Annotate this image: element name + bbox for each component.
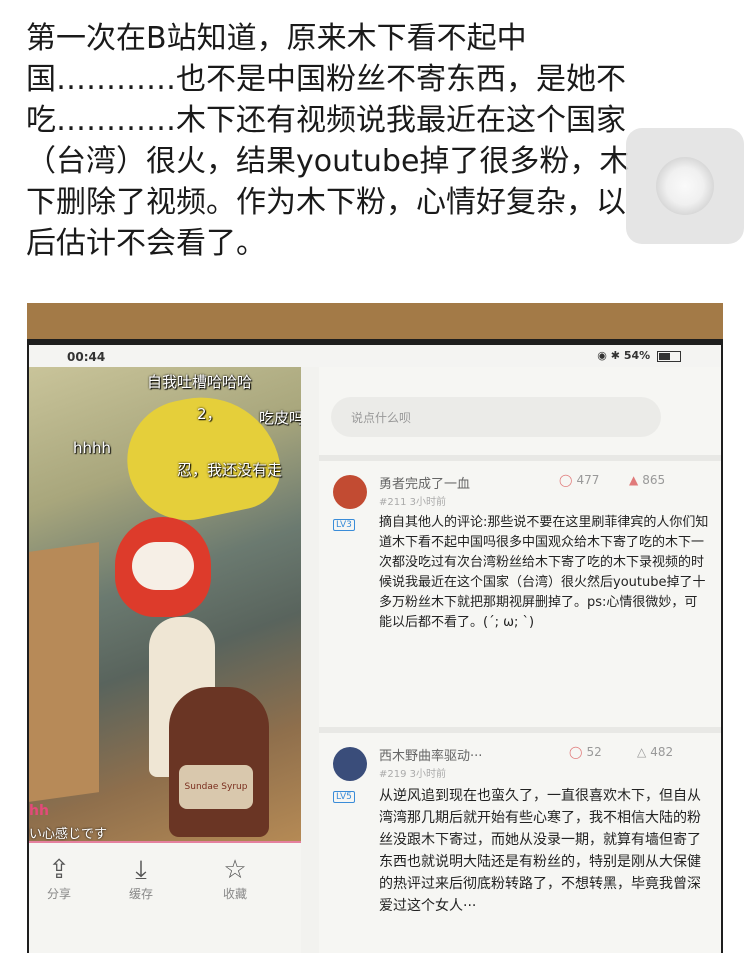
screenshot-photo: 00:44 ◉ ✱ 54% Sundae Syrup 自我吐槽哈哈哈 2， 吃皮… [27, 303, 723, 953]
favorite-label: 收藏 [222, 887, 247, 901]
comment-meta: #219 3小时前 [379, 765, 446, 780]
thumbs-up-icon: ▲ [629, 473, 639, 487]
wifi-icon: ◉ [597, 349, 607, 362]
reply-count[interactable]: ◯ 477 [559, 473, 599, 487]
status-time: 00:44 [67, 350, 106, 364]
download-button[interactable]: ⤓ 缓存 [111, 855, 171, 902]
like-count[interactable]: △ 482 [637, 745, 673, 759]
comment-floor: #219 [379, 769, 407, 780]
comment-username[interactable]: 西木野曲率驱动··· [379, 745, 482, 764]
status-right: ◉ ✱ 54% [597, 349, 681, 362]
download-label: 缓存 [128, 887, 153, 901]
comment-body: 从逆风追到现在也蛮久了，一直很喜欢木下，但自从湾湾那几期后就开始有些心寒了，我不… [379, 788, 701, 914]
comment-username[interactable]: 勇者完成了一血 [379, 473, 470, 492]
post-line: 国…………也不是中国粉丝不寄东西，是她不 [26, 62, 626, 97]
post-line: 第一次在B站知道，原来木下看不起中 [26, 21, 527, 56]
comment-bubble-icon: ◯ [569, 745, 583, 759]
battery-percent: 54% [623, 349, 651, 362]
reply-count-value: 52 [586, 745, 602, 759]
video-pink-text: hh [29, 803, 49, 819]
favorite-button[interactable]: ☆ 收藏 [205, 855, 265, 902]
syrup-bottle [169, 687, 269, 837]
comment-bubble-icon: ◯ [559, 473, 573, 487]
comment-input[interactable]: 说点什么呗 [331, 397, 661, 437]
post-text: 第一次在B站知道，原来木下看不起中 国…………也不是中国粉丝不寄东西，是她不 吃… [26, 18, 726, 264]
avatar[interactable] [333, 747, 367, 781]
reply-count[interactable]: ◯ 52 [569, 745, 602, 759]
tablet-device: 00:44 ◉ ✱ 54% Sundae Syrup 自我吐槽哈哈哈 2， 吃皮… [27, 339, 723, 953]
video-action-bar: ⇪ 分享 ⤓ 缓存 ☆ 收藏 [29, 841, 301, 953]
level-badge: LV3 [333, 519, 355, 531]
danmaku-comment: 自我吐槽哈哈哈 [147, 373, 253, 391]
assistive-touch-icon [656, 157, 714, 215]
avatar[interactable] [333, 475, 367, 509]
post-line: （台湾）很火，结果youtube掉了很多粉，木 [26, 144, 630, 179]
star-icon: ☆ [223, 855, 247, 885]
like-count-value: 865 [642, 473, 666, 487]
comment-meta: #211 3小时前 [379, 493, 446, 508]
share-icon: ⇪ [48, 855, 70, 885]
post-line: 后估计不会看了。 [26, 226, 266, 261]
battery-icon [657, 350, 681, 362]
like-count-value: 482 [650, 745, 674, 759]
comment-placeholder: 说点什么呗 [351, 411, 412, 425]
danmaku-comment: 吃皮吗 [259, 409, 301, 427]
video-caption: い心感じです [29, 827, 108, 841]
level-badge: LV5 [333, 791, 355, 803]
comment-item: LV5 西木野曲率驱动··· #219 3小时前 ◯ 52 △ 482 从逆风追到现… [319, 739, 721, 953]
comment-floor: #211 [379, 497, 407, 508]
comment-time: 3小时前 [409, 497, 447, 508]
divider [319, 455, 721, 461]
danmaku-comment: hhhh [73, 439, 112, 457]
red-plush-face [132, 542, 194, 590]
post-line: 下删除了视频。作为木下粉，心情好复杂，以 [26, 185, 626, 220]
bluetooth-icon: ✱ [610, 349, 620, 362]
comment-body: 摘自其他人的评论:那些说不要在这里刷菲律宾的人你们知道木下看不起中国吗很多中国观… [379, 515, 709, 630]
share-label: 分享 [46, 887, 71, 901]
comment-time: 3小时前 [409, 769, 447, 780]
status-bar: 00:44 ◉ ✱ 54% [29, 345, 721, 367]
floating-assistive-button[interactable] [626, 128, 744, 244]
comment-panel: 说点什么呗 LV3 勇者完成了一血 #211 3小时前 ◯477 ▲865 [319, 367, 721, 953]
video-player[interactable]: Sundae Syrup 自我吐槽哈哈哈 2， 吃皮吗 hhhh 忍，我还没有走… [29, 367, 301, 841]
comment-item: LV3 勇者完成了一血 #211 3小时前 ◯ 477 ▲ 865 摘自其他人的评论… [319, 467, 721, 717]
cardboard-box [29, 542, 99, 802]
danmaku-comment: 忍，我还没有走 [177, 461, 283, 479]
like-count[interactable]: ▲ 865 [629, 473, 665, 487]
thumbs-up-icon: △ [637, 745, 647, 759]
tablet-screen: 00:44 ◉ ✱ 54% Sundae Syrup 自我吐槽哈哈哈 2， 吃皮… [29, 345, 721, 953]
reply-count-value: 477 [576, 473, 600, 487]
download-icon: ⤓ [135, 855, 147, 885]
share-button[interactable]: ⇪ 分享 [29, 855, 89, 902]
danmaku-comment: 2， [197, 405, 222, 423]
bottle-label: Sundae Syrup [179, 765, 253, 809]
post-line: 吃…………木下还有视频说我最近在这个国家 [26, 103, 626, 138]
divider [319, 727, 721, 733]
